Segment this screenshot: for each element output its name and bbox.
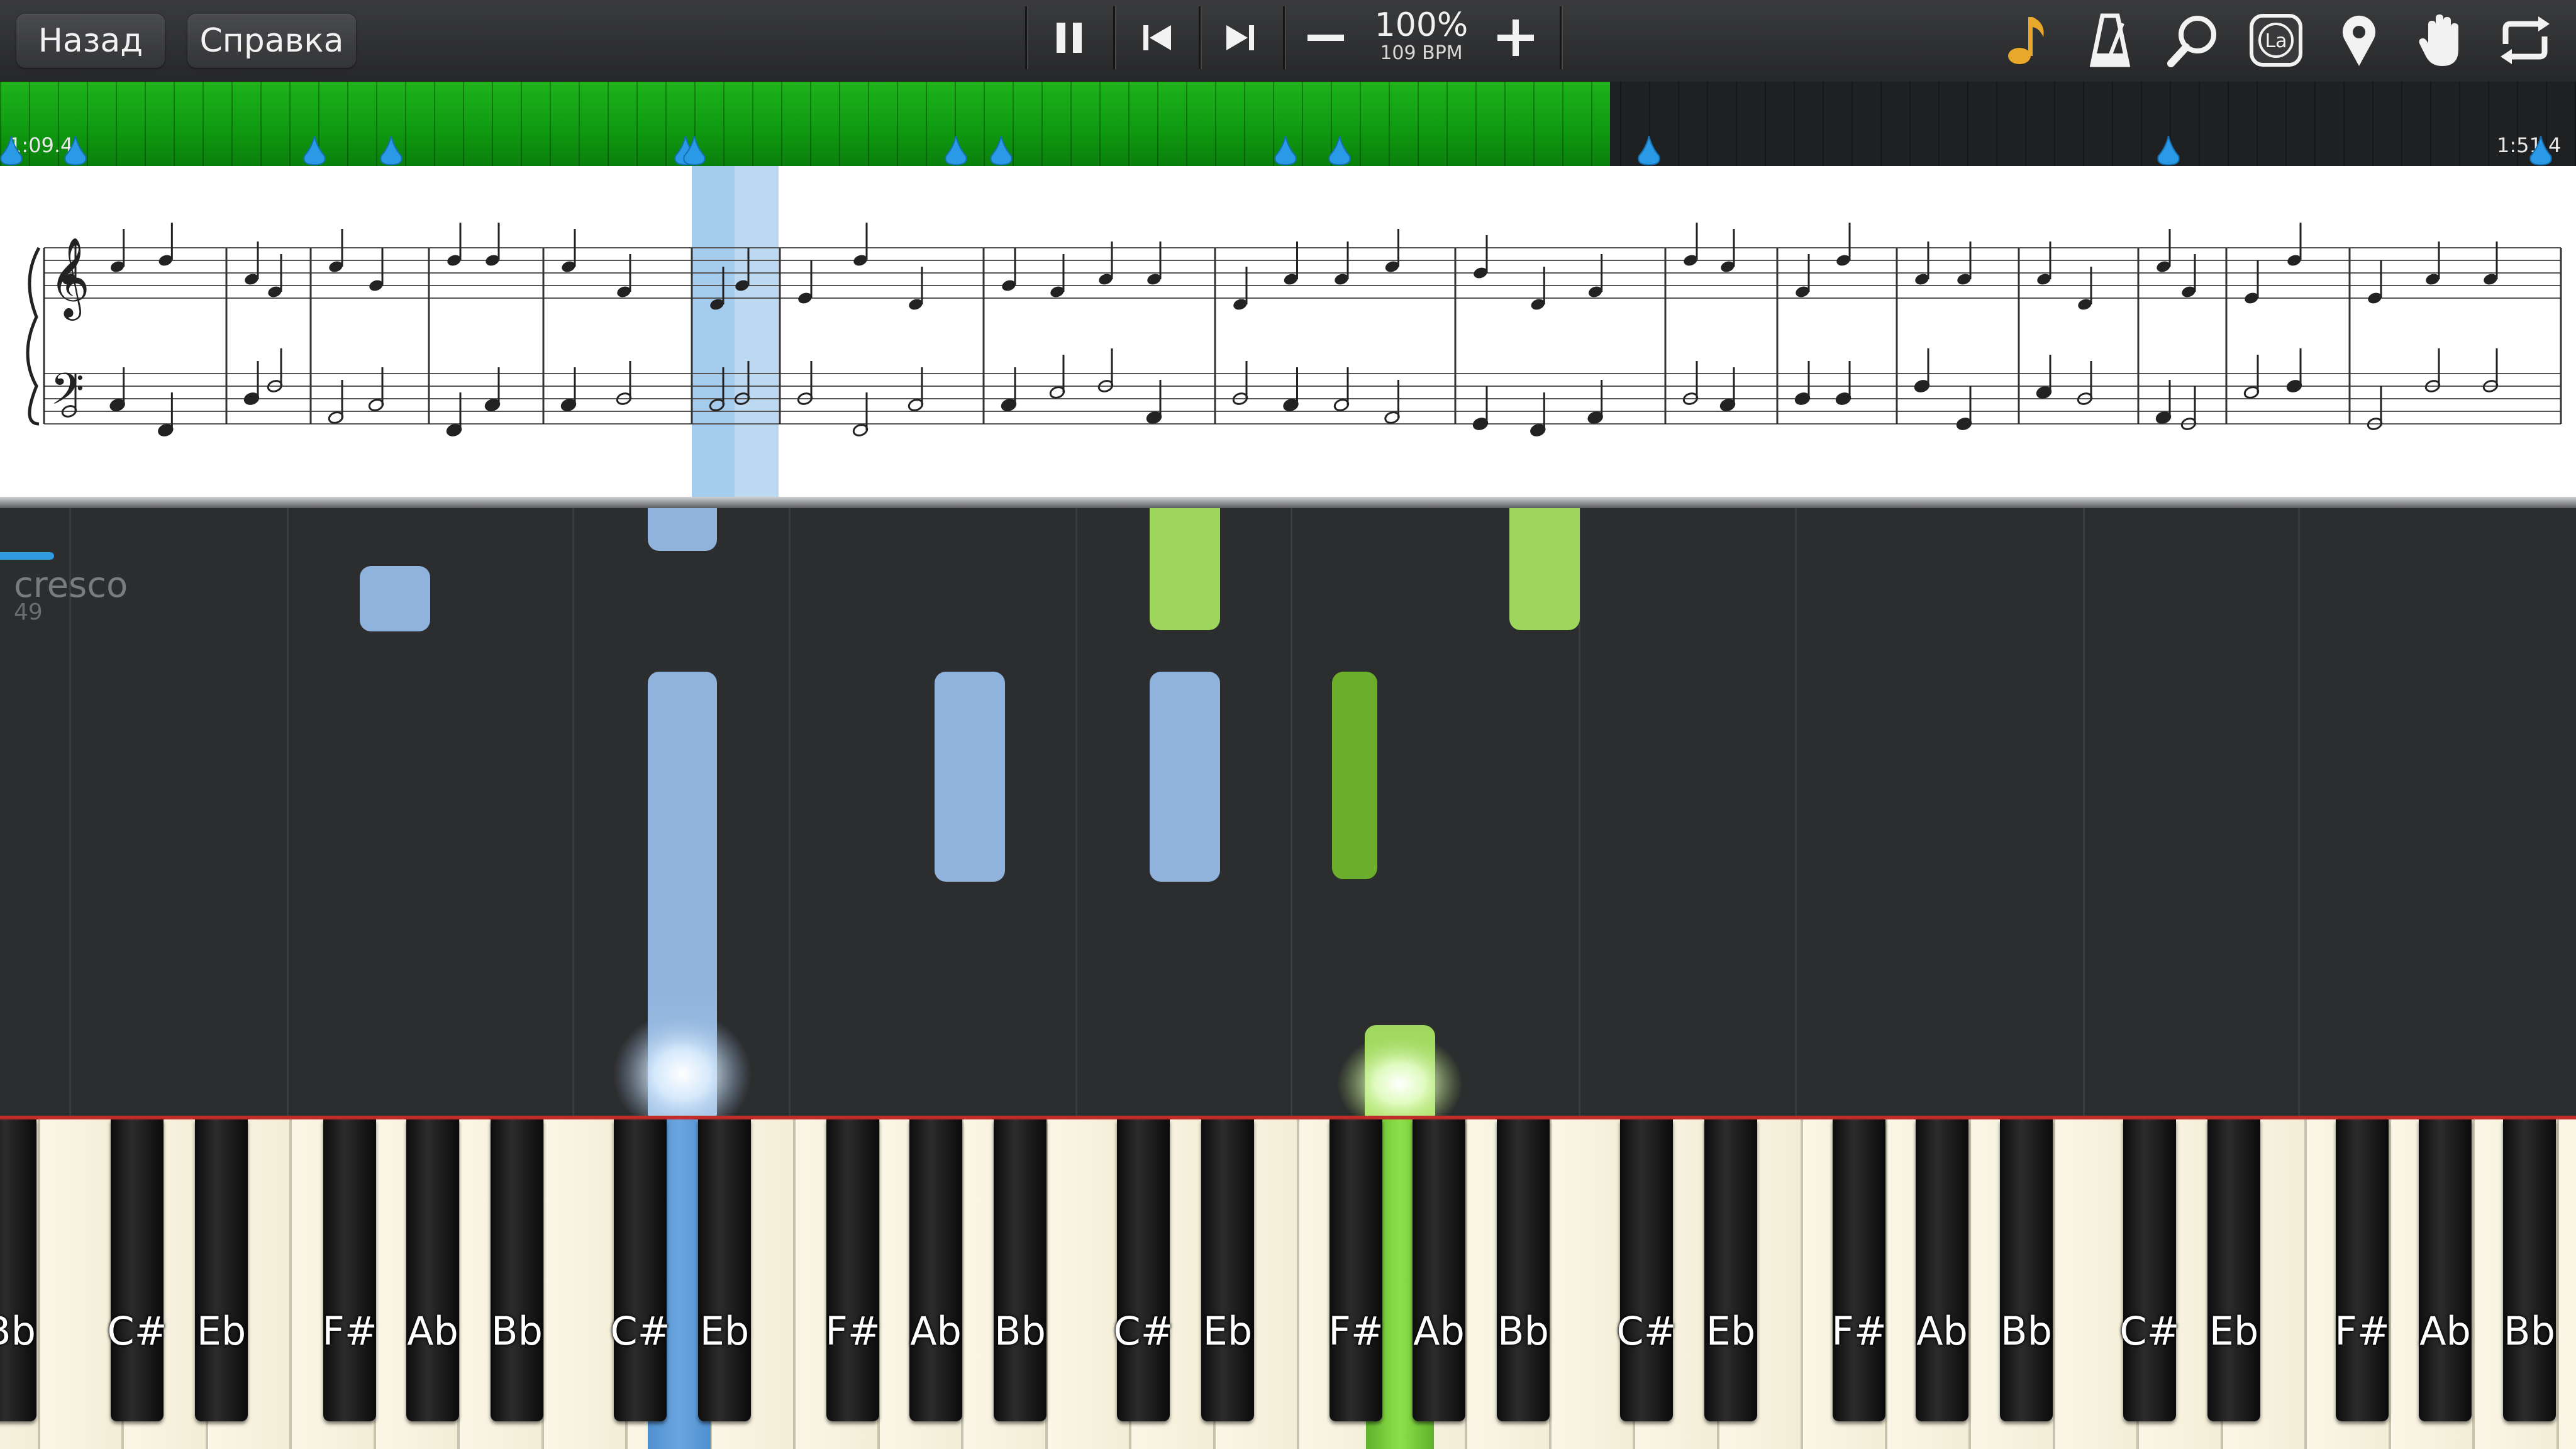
black-key[interactable]: F# xyxy=(322,1119,377,1421)
back-label: Назад xyxy=(38,22,143,60)
plus-icon xyxy=(1497,19,1534,56)
key-label: Bb xyxy=(2504,1308,2555,1354)
black-key[interactable]: Eb xyxy=(698,1119,751,1421)
music-note-icon xyxy=(2008,17,2044,64)
metronome-button[interactable] xyxy=(2075,9,2145,72)
hand-icon xyxy=(2419,14,2458,66)
loop-button[interactable] xyxy=(2490,9,2560,72)
key-label: C# xyxy=(1113,1308,1174,1354)
metronome-icon xyxy=(2089,13,2131,67)
key-label: Eb xyxy=(2209,1308,2259,1354)
black-key[interactable]: Bb xyxy=(1497,1119,1550,1421)
sheet-music[interactable]: 𝄞𝄢 xyxy=(0,166,2576,497)
key-label: C# xyxy=(107,1308,167,1354)
skip-forward-icon xyxy=(1226,25,1254,50)
black-key[interactable]: Ab xyxy=(1916,1119,1968,1421)
zoom-button[interactable] xyxy=(2158,9,2228,72)
key-label: Ab xyxy=(1916,1308,1968,1354)
black-key[interactable]: C# xyxy=(1616,1119,1677,1421)
skip-forward-button[interactable] xyxy=(1202,6,1278,69)
black-key[interactable]: Bb xyxy=(491,1119,543,1421)
toolbar: Назад Справка 100% 109 BPM La xyxy=(0,0,2576,83)
falling-notes-area: cresco 49 xyxy=(0,508,2576,1126)
score-staves: 𝄞𝄢 xyxy=(26,223,2562,436)
tempo-percent: 100% xyxy=(1374,6,1468,44)
key-label: C# xyxy=(610,1308,670,1354)
back-button[interactable]: Назад xyxy=(16,14,165,68)
black-key[interactable]: C# xyxy=(107,1119,167,1421)
separator xyxy=(1113,6,1116,69)
note-label-icon: La xyxy=(2250,14,2302,67)
black-key[interactable]: C# xyxy=(1113,1119,1174,1421)
map-pin-icon xyxy=(2343,15,2375,67)
black-key[interactable]: F# xyxy=(1328,1119,1384,1421)
pause-button[interactable] xyxy=(1031,6,1107,69)
black-key[interactable]: Bb xyxy=(2503,1119,2556,1421)
help-label: Справка xyxy=(199,22,344,60)
svg-text:La: La xyxy=(2265,30,2287,52)
black-key[interactable]: Eb xyxy=(1201,1119,1254,1421)
key-label: Bb xyxy=(994,1308,1046,1354)
key-label: Eb xyxy=(699,1308,750,1354)
black-key[interactable]: Eb xyxy=(195,1119,248,1421)
key-label: Eb xyxy=(1202,1308,1253,1354)
black-key[interactable]: Bb xyxy=(994,1119,1046,1421)
black-key[interactable]: F# xyxy=(825,1119,880,1421)
key-label: Bb xyxy=(1497,1308,1549,1354)
minus-icon xyxy=(1307,35,1344,41)
hands-select-button[interactable] xyxy=(1992,9,2062,72)
key-label: F# xyxy=(322,1308,377,1354)
key-label: Ab xyxy=(910,1308,962,1354)
sheet-divider xyxy=(0,497,2576,508)
black-key[interactable]: Ab xyxy=(2419,1119,2472,1421)
separator xyxy=(1025,6,1028,69)
black-key[interactable]: C# xyxy=(2119,1119,2180,1421)
note-names-button[interactable]: La xyxy=(2241,9,2311,72)
key-label: Ab xyxy=(407,1308,458,1354)
black-key[interactable]: Ab xyxy=(909,1119,962,1421)
black-key[interactable]: F# xyxy=(1831,1119,1887,1421)
separator xyxy=(1283,6,1286,69)
key-label: Bb xyxy=(0,1308,36,1354)
black-key[interactable]: C# xyxy=(610,1119,670,1421)
loop-icon xyxy=(2501,16,2550,64)
key-label: F# xyxy=(2334,1308,2390,1354)
key-label: F# xyxy=(1328,1308,1384,1354)
separator xyxy=(1199,6,1202,69)
key-label: F# xyxy=(825,1308,880,1354)
key-label: F# xyxy=(1831,1308,1887,1354)
key-label: C# xyxy=(1616,1308,1677,1354)
pause-icon xyxy=(1057,23,1082,53)
black-key[interactable]: Bb xyxy=(0,1119,36,1421)
tempo-bpm: 109 BPM xyxy=(1380,42,1463,64)
skip-back-icon xyxy=(1143,25,1171,50)
skip-back-button[interactable] xyxy=(1119,6,1195,69)
tempo-increase-button[interactable] xyxy=(1478,6,1553,69)
black-key[interactable]: Eb xyxy=(2207,1119,2260,1421)
key-label: Bb xyxy=(2001,1308,2052,1354)
timeline-scrubber[interactable]: 1:09.4 1:51.4 xyxy=(0,82,2576,166)
key-label: Bb xyxy=(491,1308,543,1354)
black-key[interactable]: Bb xyxy=(2000,1119,2053,1421)
white-key[interactable] xyxy=(2558,1119,2576,1449)
hand-button[interactable] xyxy=(2407,9,2477,72)
key-label: Ab xyxy=(1413,1308,1465,1354)
key-glow xyxy=(613,1011,1463,1118)
marker-button[interactable] xyxy=(2324,9,2394,72)
key-label: Eb xyxy=(196,1308,247,1354)
key-label: Ab xyxy=(2419,1308,2471,1354)
black-key[interactable]: Ab xyxy=(406,1119,459,1421)
magnifier-icon xyxy=(2167,16,2216,67)
separator xyxy=(1560,6,1563,69)
tempo-display: 100% 109 BPM xyxy=(1352,6,1491,69)
help-button[interactable]: Справка xyxy=(187,14,356,68)
piano-keyboard[interactable]: Bb C# Eb F# Ab Bb C# Eb F# Ab Bb C# Eb F# Ab Bb C# Eb F# Ab… xyxy=(0,1119,2576,1449)
black-key[interactable]: F# xyxy=(2334,1119,2390,1421)
black-key[interactable]: Eb xyxy=(1704,1119,1757,1421)
black-key[interactable]: Ab xyxy=(1413,1119,1465,1421)
key-label: Eb xyxy=(1706,1308,1756,1354)
key-label: C# xyxy=(2119,1308,2180,1354)
